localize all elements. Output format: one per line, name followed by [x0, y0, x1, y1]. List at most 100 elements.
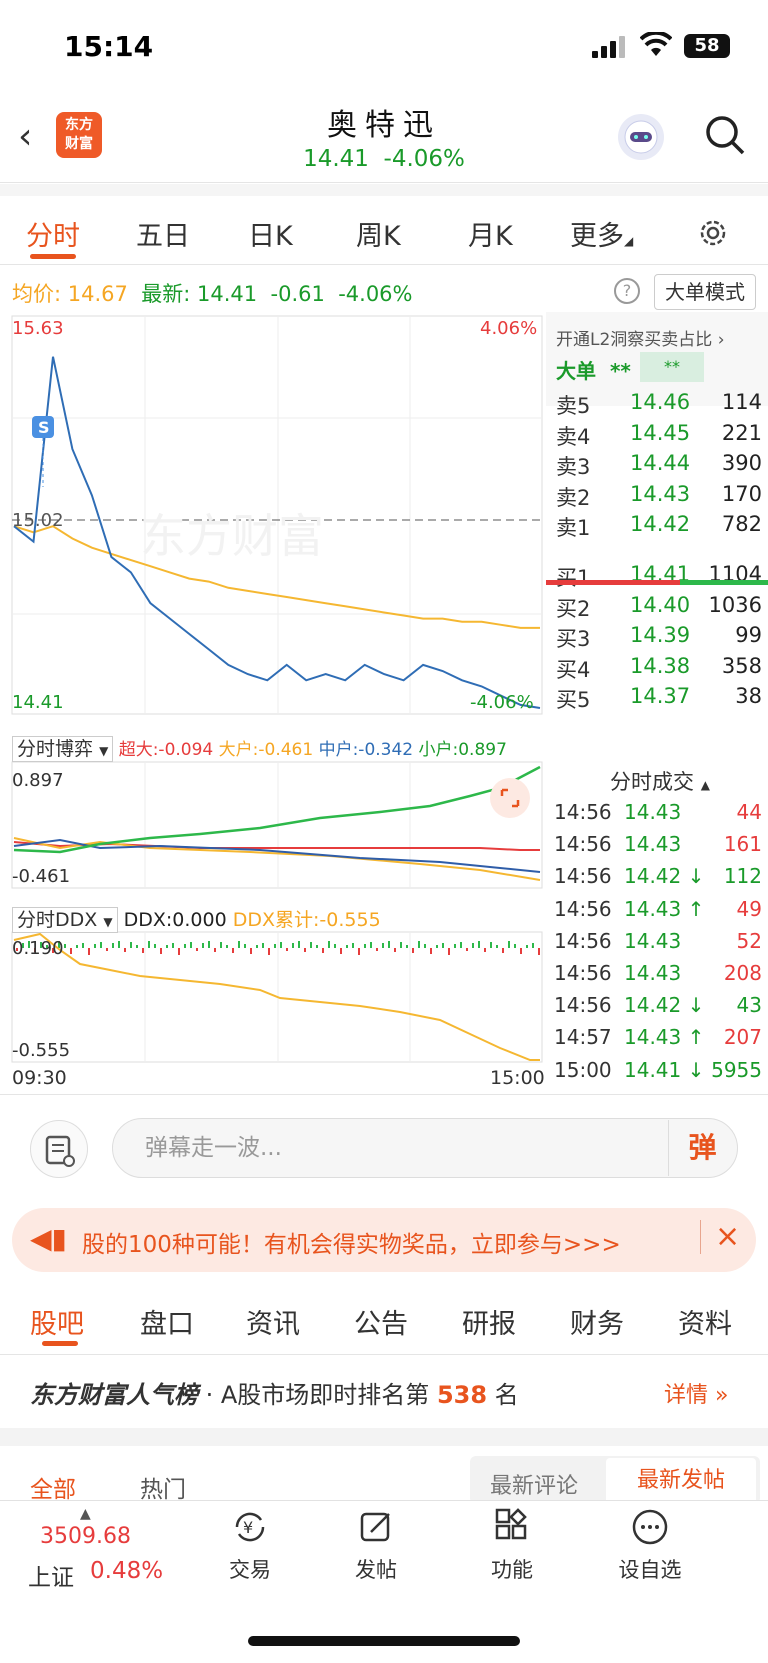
- order-level: 卖3: [556, 455, 591, 479]
- pct-high-label: 4.06%: [480, 318, 537, 339]
- tab-more-label: 更多: [570, 221, 624, 252]
- sell-order-row[interactable]: 卖4 14.45 221: [552, 421, 762, 453]
- tab-month-k[interactable]: 月K: [468, 214, 513, 253]
- close-icon[interactable]: ×: [700, 1220, 740, 1254]
- ddx-bar: [334, 944, 336, 948]
- pct-low-label: -4.06%: [470, 692, 534, 713]
- ddx-bar: [460, 942, 462, 948]
- ddx-bar: [484, 948, 486, 952]
- ddx-bar: [310, 942, 312, 948]
- trade-row: 15:00 14.41 ↓ 5955: [554, 1058, 762, 1092]
- tab-five-day[interactable]: 五日: [136, 214, 190, 253]
- expand-icon[interactable]: [490, 778, 530, 818]
- ddx-bar: [448, 948, 450, 955]
- intraday-chart[interactable]: 东方财富 S 15.63 4.06% 15.02 14.41 -4.06% 0.…: [0, 312, 548, 1100]
- ddx-bar: [112, 943, 114, 948]
- trade-time: 14:57: [554, 1025, 612, 1050]
- sell-order-row[interactable]: 卖1 14.42 782: [552, 512, 762, 544]
- ddx-bar: [442, 943, 444, 948]
- sell-order-row[interactable]: 卖5 14.46 114: [552, 390, 762, 422]
- gap: [0, 184, 768, 196]
- sort-latest-post[interactable]: 最新发帖: [606, 1458, 756, 1504]
- tab-fenshi[interactable]: 分时: [26, 214, 80, 253]
- price-low-label: 14.41: [12, 692, 64, 713]
- big-order-label: 大单: [556, 359, 596, 383]
- buy-order-row[interactable]: 买3 14.39 99: [552, 623, 762, 655]
- ddx-selector[interactable]: 分时DDX ▼: [12, 907, 118, 933]
- avg-label: 均价:: [12, 282, 62, 306]
- nav-trade[interactable]: ¥ 交易: [200, 1508, 300, 1584]
- game-selector[interactable]: 分时博弈 ▼: [12, 736, 114, 762]
- trade-row: 14:56 14.43 44: [554, 800, 762, 834]
- ddx-bar: [88, 948, 90, 955]
- divider: [0, 1354, 768, 1355]
- subtab-all[interactable]: 全部: [30, 1470, 76, 1504]
- nav-watchlist[interactable]: 设自选: [600, 1508, 700, 1584]
- danmu-settings-icon[interactable]: [30, 1120, 88, 1178]
- sell-ratio-bar: [546, 580, 680, 585]
- tab-finance[interactable]: 财务: [570, 1302, 624, 1341]
- help-icon[interactable]: ?: [614, 278, 640, 304]
- nav-functions[interactable]: 功能: [462, 1508, 562, 1584]
- ddx-title: 分时DDX: [17, 909, 98, 931]
- trade-time: 14:56: [554, 864, 612, 889]
- ddx-bar: [370, 942, 372, 948]
- ddx-bar: [328, 941, 330, 948]
- ddx-bar: [400, 942, 402, 948]
- order-level: 买1: [556, 566, 591, 590]
- trade-volume: 52: [736, 928, 762, 953]
- dropdown-icon: ▼: [99, 744, 109, 758]
- price-high-label: 15.63: [12, 318, 64, 339]
- buy-order-row[interactable]: 买5 14.37 38: [552, 684, 762, 716]
- ddx-bar: [142, 948, 144, 953]
- sort-latest-comment[interactable]: 最新评论: [490, 1468, 578, 1500]
- popularity-rank-row[interactable]: 东方财富人气榜 · A股市场即时排名第 538 名: [30, 1375, 519, 1410]
- ddx-bar: [130, 942, 132, 948]
- latest-value: 14.41: [197, 282, 258, 306]
- index-name[interactable]: 上证: [28, 1558, 74, 1592]
- more-circle-icon: [632, 1509, 668, 1545]
- tab-pankou[interactable]: 盘口: [140, 1302, 194, 1341]
- banner-text[interactable]: 股的100种可能！有机会得实物奖品，立即参与>>>: [82, 1225, 682, 1259]
- tab-day-k[interactable]: 日K: [248, 214, 293, 253]
- ddx-bar: [466, 948, 468, 951]
- gear-icon[interactable]: [696, 216, 730, 250]
- order-price: 14.42: [630, 512, 691, 536]
- danmu-send-button[interactable]: 弹: [668, 1120, 736, 1176]
- tab-guba[interactable]: 股吧: [30, 1302, 84, 1341]
- l2-promo-link[interactable]: 开通L2洞察买卖占比 ›: [556, 325, 725, 350]
- trade-price: 14.43 ↑: [624, 896, 705, 921]
- subtab-hot[interactable]: 热门: [140, 1470, 186, 1504]
- trades-title[interactable]: 分时成交 ▲: [610, 766, 710, 796]
- avg-price-row: 均价: 14.67 最新: 14.41 -0.61 -4.06%: [12, 278, 413, 308]
- buy-order-row[interactable]: 买1 14.41 1104: [552, 562, 762, 594]
- index-change[interactable]: 0.48%: [90, 1558, 163, 1584]
- ddx-bar: [364, 944, 366, 948]
- latest-label: 最新:: [141, 282, 191, 306]
- danmu-input[interactable]: 弹幕走一波...: [112, 1118, 738, 1178]
- trade-row: 14:57 14.43 ↑ 207: [554, 1025, 762, 1059]
- tab-week-k[interactable]: 周K: [356, 214, 401, 253]
- nav-post[interactable]: 发帖: [326, 1508, 426, 1584]
- search-icon[interactable]: [704, 114, 746, 156]
- sell-order-row[interactable]: 卖3 14.44 390: [552, 451, 762, 483]
- tab-profile[interactable]: 资料: [678, 1302, 732, 1341]
- tab-more[interactable]: 更多◢: [570, 214, 633, 253]
- tab-announcement[interactable]: 公告: [354, 1302, 408, 1341]
- rank-detail-link[interactable]: 详情 »: [664, 1377, 728, 1409]
- sell-order-row[interactable]: 卖2 14.43 170: [552, 482, 762, 514]
- ddx-bar: [202, 943, 204, 948]
- big-order-mode-button[interactable]: 大单模式: [654, 274, 756, 310]
- index-value[interactable]: 3509.68: [40, 1524, 131, 1549]
- buy-order-row[interactable]: 买2 14.40 1036: [552, 593, 762, 625]
- trade-row: 14:56 14.43 161: [554, 832, 762, 866]
- order-level: 买5: [556, 688, 591, 712]
- ddx-bar: [520, 948, 522, 954]
- index-up-arrow-icon: ▲: [80, 1506, 91, 1522]
- latest-change: -0.61: [270, 282, 325, 306]
- active-tab-indicator: [30, 254, 76, 259]
- tab-research[interactable]: 研报: [462, 1302, 516, 1341]
- robot-assistant-icon[interactable]: [618, 114, 664, 160]
- tab-news[interactable]: 资讯: [246, 1302, 300, 1341]
- buy-order-row[interactable]: 买4 14.38 358: [552, 654, 762, 686]
